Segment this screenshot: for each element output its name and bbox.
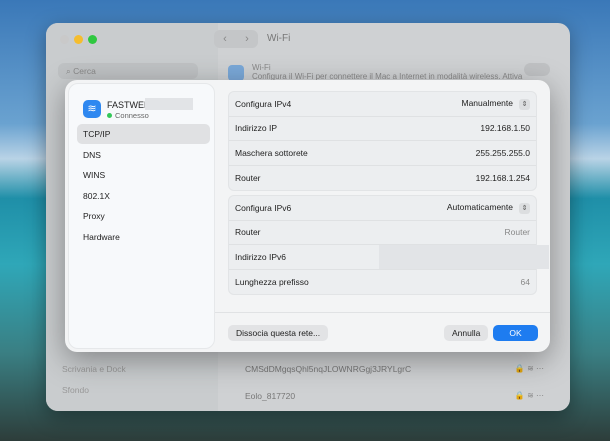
subnet-mask-row[interactable]: Maschera sottorete 255.255.255.0 <box>229 141 536 166</box>
ipv6-router-row: Router Router <box>229 221 536 245</box>
ok-button[interactable]: OK <box>493 325 538 341</box>
wifi-toggle[interactable] <box>524 63 550 76</box>
stepper-icon: ⇕ <box>519 202 530 214</box>
network-item[interactable]: CMSdDMgqsQhl5nqJLOWNRGgj3JRYLgrC <box>245 364 411 374</box>
forward-icon[interactable]: › <box>245 33 249 45</box>
wifi-icon: ≋ <box>83 100 101 118</box>
stepper-icon: ⇕ <box>519 98 530 110</box>
tab-proxy[interactable]: Proxy <box>77 206 210 226</box>
network-item[interactable]: Eolo_817720 <box>245 391 295 401</box>
lock-wifi-more-icon[interactable]: 🔒 ≋ ⋯ <box>515 364 544 373</box>
tab-hardware[interactable]: Hardware <box>77 227 210 247</box>
dialog-footer: Dissocia questa rete... Annulla OK <box>215 312 550 352</box>
status-dot-icon <box>107 113 112 118</box>
configure-ipv4-row[interactable]: Configura IPv4 Manualmente ⇕ <box>229 92 536 117</box>
close-button[interactable] <box>60 35 69 44</box>
wifi-row: Wi-Fi Configura il Wi-Fi per connettere i… <box>252 63 523 81</box>
ipv6-address-row: Indirizzo IPv6 <box>229 245 549 270</box>
tab-wins[interactable]: WINS <box>77 165 210 185</box>
ip-address-row[interactable]: Indirizzo IP 192.168.1.50 <box>229 117 536 141</box>
sidebar-item-wallpaper[interactable]: Sfondo <box>62 385 89 395</box>
sidebar-item-dock[interactable]: Scrivania e Dock <box>62 364 126 374</box>
wifi-icon <box>228 65 244 81</box>
window-title: Wi-Fi <box>267 33 291 44</box>
nav-buttons: ‹ › <box>214 30 258 48</box>
configure-ipv6-row[interactable]: Configura IPv6 Automaticamente ⇕ <box>229 196 536 221</box>
router-row[interactable]: Router 192.168.1.254 <box>229 166 536 191</box>
connection-status: Connesso <box>107 111 149 120</box>
search-input[interactable]: ⌕ Cerca <box>58 63 198 79</box>
tab-dns[interactable]: DNS <box>77 145 210 165</box>
ipv6-group: Configura IPv6 Automaticamente ⇕ Router Rou… <box>228 195 549 295</box>
tab-8021x[interactable]: 802.1X <box>77 186 210 206</box>
ipv4-group: Configura IPv4 Manualmente ⇕ Indirizzo IP 1… <box>228 91 537 191</box>
network-details-dialog: ≋ FASTWEB Connesso TCP/IP DNS WINS 802.1… <box>65 80 550 352</box>
tab-tcpip[interactable]: TCP/IP <box>77 124 210 144</box>
minimize-button[interactable] <box>74 35 83 44</box>
network-name: FASTWEB <box>107 100 151 110</box>
redacted-area <box>145 98 193 110</box>
forget-network-button[interactable]: Dissocia questa rete... <box>228 325 329 341</box>
prefix-length-row: Lunghezza prefisso 64 <box>235 276 530 287</box>
cancel-button[interactable]: Annulla <box>444 325 489 341</box>
zoom-button[interactable] <box>88 35 97 44</box>
dialog-sidebar: ≋ FASTWEB Connesso TCP/IP DNS WINS 802.1… <box>68 83 215 349</box>
lock-wifi-more-icon[interactable]: 🔒 ≋ ⋯ <box>515 391 544 400</box>
back-icon[interactable]: ‹ <box>223 33 227 45</box>
